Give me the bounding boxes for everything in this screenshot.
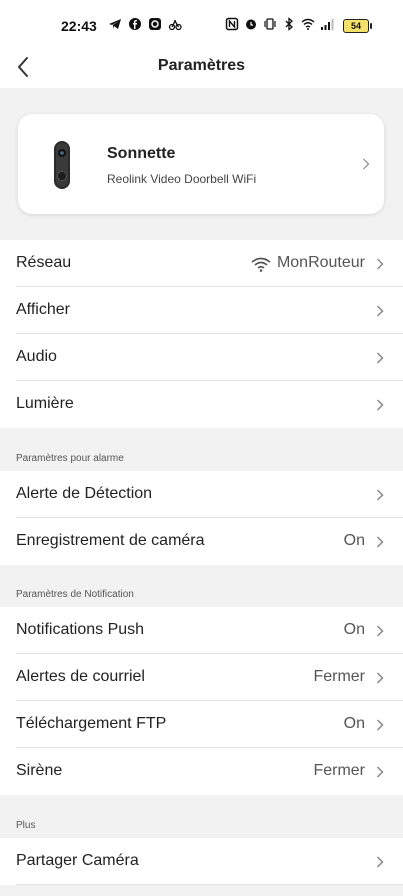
general-settings-group: Réseau MonRouteur Afficher Audio Lumière — [0, 240, 403, 428]
device-name: Sonnette — [107, 145, 176, 162]
status-bar: 22:43 54 — [0, 0, 403, 52]
activity-icon — [168, 19, 182, 31]
wifi-icon — [251, 257, 271, 272]
telegram-icon — [109, 19, 121, 29]
notification-settings-group: Notifications Push On Alertes de courrie… — [0, 607, 403, 795]
row-camera-recording[interactable]: Enregistrement de caméra On — [0, 518, 403, 565]
divider — [16, 884, 403, 885]
chevron-right-icon — [376, 625, 384, 637]
row-value: On — [343, 532, 365, 549]
row-value: Fermer — [313, 668, 365, 685]
status-left-icons — [108, 17, 182, 31]
row-label: Alertes de courriel — [16, 668, 145, 685]
chevron-right-icon — [376, 719, 384, 731]
section-title-more: Plus — [16, 820, 36, 831]
chevron-right-icon — [376, 766, 384, 778]
row-detection-alert[interactable]: Alerte de Détection — [0, 471, 403, 518]
device-model: Reolink Video Doorbell WiFi — [107, 172, 257, 186]
facebook-icon — [129, 18, 141, 30]
chevron-right-icon — [376, 352, 384, 364]
row-label: Réseau — [16, 254, 72, 271]
row-label: Sirène — [16, 762, 63, 779]
row-label: Notifications Push — [16, 621, 145, 638]
chevron-right-icon — [376, 399, 384, 411]
chevron-right-icon — [376, 536, 384, 548]
row-display[interactable]: Afficher — [0, 287, 403, 334]
section-title-alarm: Paramètres pour alarme — [16, 453, 124, 464]
row-label: Lumière — [16, 395, 74, 412]
row-label: Afficher — [16, 301, 70, 318]
alarm-settings-group: Alerte de Détection Enregistrement de ca… — [0, 471, 403, 565]
status-time: 22:43 — [61, 18, 97, 34]
row-email-alerts[interactable]: Alertes de courriel Fermer — [0, 654, 403, 701]
chevron-right-icon — [363, 158, 370, 170]
alarm-icon — [246, 19, 256, 30]
chevron-right-icon — [376, 258, 384, 270]
nfc-icon — [225, 17, 239, 31]
nav-bar: Paramètres — [0, 52, 403, 88]
signal-icon — [321, 19, 334, 30]
bluetooth-icon — [285, 17, 293, 31]
row-value: Fermer — [313, 762, 365, 779]
device-card[interactable]: Sonnette Reolink Video Doorbell WiFi — [18, 114, 384, 214]
row-label: Enregistrement de caméra — [16, 532, 205, 549]
chevron-right-icon — [376, 856, 384, 868]
page-title: Paramètres — [157, 57, 246, 74]
row-push-notifications[interactable]: Notifications Push On — [0, 607, 403, 654]
chevron-right-icon — [376, 672, 384, 684]
row-value: MonRouteur — [276, 254, 365, 271]
vibrate-icon — [264, 18, 276, 30]
row-label: Alerte de Détection — [16, 485, 153, 502]
row-light[interactable]: Lumière — [0, 381, 403, 428]
row-label: Téléchargement FTP — [16, 715, 167, 732]
app-icon — [149, 18, 161, 30]
more-settings-group: Partager Caméra — [0, 838, 403, 885]
row-value: On — [343, 715, 365, 732]
row-siren[interactable]: Sirène Fermer — [0, 748, 403, 795]
row-audio[interactable]: Audio — [0, 334, 403, 381]
row-value: On — [343, 621, 365, 638]
row-share-camera[interactable]: Partager Caméra — [0, 838, 403, 885]
battery-indicator: 54 — [343, 19, 372, 33]
chevron-right-icon — [376, 489, 384, 501]
wifi-status-icon — [301, 18, 315, 30]
row-label: Partager Caméra — [16, 852, 139, 869]
chevron-right-icon — [376, 305, 384, 317]
doorbell-device-image — [54, 141, 70, 189]
row-label: Audio — [16, 348, 57, 365]
section-title-notification: Paramètres de Notification — [16, 589, 134, 600]
row-network[interactable]: Réseau MonRouteur — [0, 240, 403, 287]
row-ftp-upload[interactable]: Téléchargement FTP On — [0, 701, 403, 748]
